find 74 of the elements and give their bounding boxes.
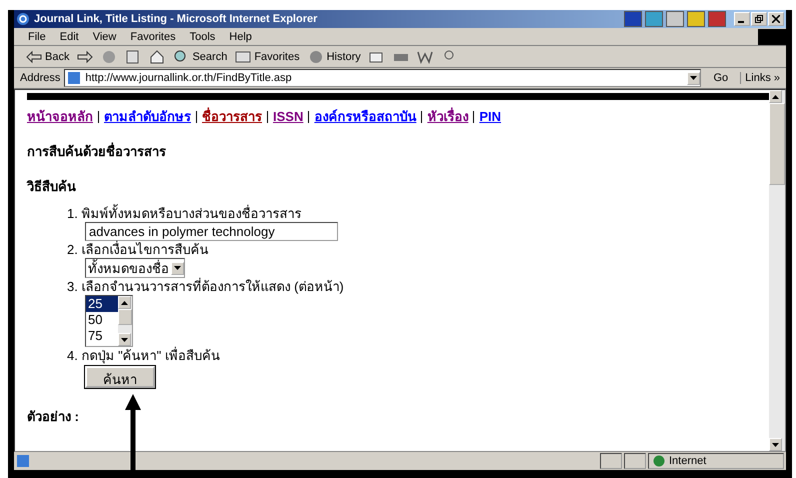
edit-icon (416, 50, 433, 64)
nav-link[interactable]: ชื่อวารสาร (202, 106, 262, 127)
menu-item[interactable]: File (28, 30, 46, 42)
back-icon (26, 50, 42, 64)
address-field[interactable]: http://www.journallink.or.th/FindByTitle.asp (64, 69, 702, 87)
page-icon (67, 71, 82, 85)
list-option[interactable]: 75 (86, 328, 118, 344)
scrollbar-thumb[interactable] (769, 103, 785, 185)
page-heading: การสืบค้นด้วยชื่อวารสาร (27, 142, 167, 161)
nav-link[interactable]: ISSN (273, 109, 304, 124)
page-icon (16, 454, 30, 468)
security-zone: Internet (669, 455, 706, 467)
status-pane (600, 453, 622, 469)
app-icon[interactable] (645, 11, 663, 27)
nav-link[interactable]: หัวเรื่อง (427, 106, 468, 127)
browser-logo-icon (16, 12, 30, 26)
menu-item[interactable]: Favorites (130, 30, 176, 42)
minimize-button[interactable] (734, 12, 750, 26)
menu-item[interactable]: Help (229, 30, 252, 42)
close-icon (772, 15, 780, 23)
scroll-down-icon (772, 442, 779, 446)
nav-link[interactable]: PIN (479, 109, 502, 124)
search-button[interactable]: ค้นหา (85, 366, 155, 388)
app-icon[interactable] (666, 11, 684, 27)
close-button[interactable] (768, 12, 784, 26)
status-pane (624, 453, 646, 469)
address-label: Address (20, 72, 60, 84)
nav-link[interactable]: องค์กรหรือสถาบัน (314, 106, 416, 127)
toolbar-button[interactable]: History (308, 50, 361, 64)
scroll-up-icon (772, 94, 779, 98)
window-title: Journal Link, Title Listing - Microsoft Internet Explorer (34, 13, 318, 25)
toolbar-button[interactable] (149, 50, 166, 64)
step-label: 4. กดปุ่ม "ค้นหา" เพื่อสืบค้น (67, 347, 221, 364)
scrollbar-thumb[interactable] (118, 309, 132, 325)
refresh-icon (125, 50, 142, 64)
restore-icon (755, 15, 763, 23)
example-heading: ตัวอย่าง : (27, 408, 80, 426)
toolbar-button[interactable]: Favorites (235, 50, 300, 64)
restore-button[interactable] (751, 12, 767, 26)
dropdown-button[interactable] (687, 72, 700, 84)
history-icon (308, 50, 324, 64)
menu-item[interactable]: Edit (60, 30, 79, 42)
menu-item[interactable]: View (92, 30, 116, 42)
caret-icon (174, 266, 181, 270)
toolbar-button[interactable]: Search (173, 50, 228, 64)
toolbar-button[interactable] (77, 50, 94, 64)
step-label: 2. เลือกเงื่อนไขการสืบค้น (67, 241, 210, 258)
step-label: 3. เลือกจำนวนวารสารที่ต้องการให้แสดง (ต่อหน้า) (67, 278, 345, 295)
section-heading: วิธีสืบค้น (27, 178, 77, 196)
condition-dropdown[interactable]: ทั้งหมดของชื่อ (85, 258, 185, 278)
toolbar-button[interactable] (125, 50, 142, 64)
go-button[interactable]: Go (705, 72, 736, 84)
links-button[interactable]: Links » (740, 72, 784, 84)
title-input-field[interactable]: advances in polymer technology (85, 222, 338, 241)
scroll-down-icon (121, 338, 128, 342)
nav-link[interactable]: หน้าจอหลัก (27, 106, 93, 127)
list-option[interactable]: 50 (86, 312, 118, 328)
menu-item[interactable]: Tools (190, 30, 216, 42)
forward-icon (77, 50, 94, 64)
home-icon (149, 50, 166, 64)
nav-link[interactable]: ตามลำดับอักษร (104, 106, 191, 127)
step-label: 1. พิมพ์ทั้งหมดหรือบางส่วนของชื่อวารสาร (67, 205, 302, 222)
mail-icon (368, 50, 385, 64)
count-listbox[interactable]: 25 50 75 (85, 295, 133, 347)
globe-icon (653, 455, 665, 467)
toolbar-button[interactable] (368, 50, 385, 64)
scroll-up-icon (121, 300, 128, 304)
toolbar-button[interactable] (416, 50, 433, 64)
toolbar-button[interactable]: Back (26, 50, 70, 64)
stop-icon (101, 50, 118, 64)
page-scrollbar[interactable] (769, 90, 785, 451)
favorites-icon (235, 50, 252, 64)
list-option[interactable]: 25 (86, 296, 118, 312)
caret-icon (690, 76, 698, 80)
